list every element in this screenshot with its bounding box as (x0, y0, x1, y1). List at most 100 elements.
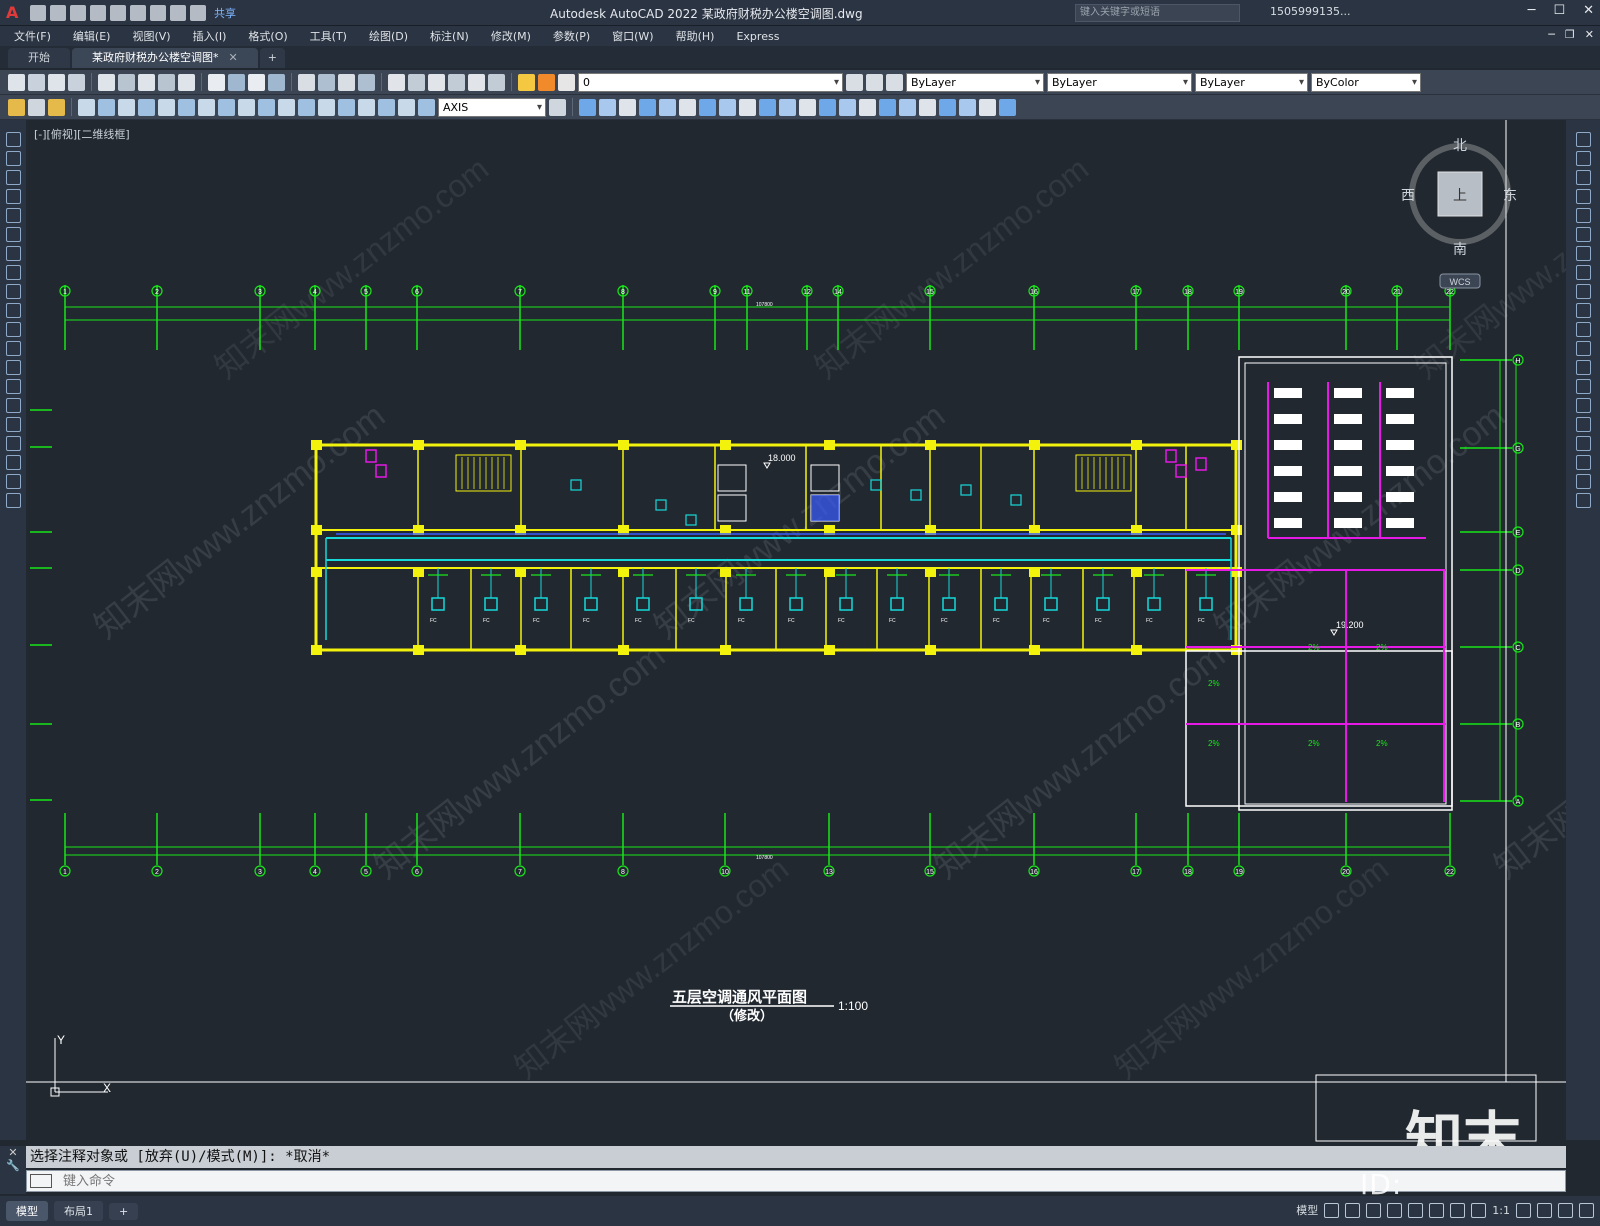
print-tool-icon[interactable] (158, 73, 175, 91)
modify-tool-icon[interactable] (1575, 208, 1591, 223)
dim-tool-icon[interactable] (278, 98, 295, 116)
dim-tool-icon[interactable] (378, 98, 395, 116)
modify-tool-icon[interactable] (859, 98, 876, 116)
modify-tool-icon[interactable] (1575, 436, 1591, 451)
grid-icon[interactable] (1324, 1202, 1340, 1218)
modify-tool-icon[interactable] (979, 98, 996, 116)
dim-tool-icon[interactable] (298, 98, 315, 116)
modify-tool-icon[interactable] (719, 98, 736, 116)
layer-tool-icon[interactable] (538, 73, 555, 91)
linetype-dropdown[interactable]: ByLayer (1047, 72, 1192, 92)
menu-help[interactable]: 帮助(H) (676, 28, 715, 44)
prop-tool-icon[interactable] (468, 73, 485, 91)
modify-tool-icon[interactable] (659, 98, 676, 116)
color-dropdown[interactable]: ByLayer (906, 72, 1044, 92)
menu-insert[interactable]: 插入(I) (193, 28, 227, 44)
draw-tool-icon[interactable] (5, 208, 21, 223)
modify-tool-icon[interactable] (1575, 151, 1591, 166)
layer-tool-icon[interactable] (558, 73, 575, 91)
modify-tool-icon[interactable] (1575, 246, 1591, 261)
modify-tool-icon[interactable] (1575, 455, 1591, 470)
modify-tool-icon[interactable] (899, 98, 916, 116)
dim-update-tool-icon[interactable] (549, 98, 566, 116)
menu-file[interactable]: 文件(F) (14, 28, 51, 44)
menu-tools[interactable]: 工具(T) (310, 28, 347, 44)
autocad-logo-icon[interactable]: A (6, 3, 26, 23)
modify-tool-icon[interactable] (799, 98, 816, 116)
menu-draw[interactable]: 绘图(D) (369, 28, 408, 44)
draw-tool-icon[interactable] (5, 493, 21, 508)
draw-tool-icon[interactable] (5, 341, 21, 356)
file-tool-icon[interactable] (68, 73, 85, 91)
modify-tool-icon[interactable] (739, 98, 756, 116)
dim-tool-icon[interactable] (118, 98, 135, 116)
menu-format[interactable]: 格式(O) (248, 28, 287, 44)
draw-tool-icon[interactable] (5, 322, 21, 337)
tab-drawing[interactable]: 某政府财税办公楼空调图* ✕ (72, 48, 258, 68)
modify-tool-icon[interactable] (699, 98, 716, 116)
plotstyle-dropdown[interactable]: ByColor (1311, 72, 1421, 92)
command-line-handle[interactable]: ✕ 🔧 (0, 1146, 26, 1194)
tool-tool-icon[interactable] (48, 98, 65, 116)
modify-tool-icon[interactable] (1575, 189, 1591, 204)
print-tool-icon[interactable] (138, 73, 155, 91)
new-tab-button[interactable]: + (259, 48, 285, 68)
draw-tool-icon[interactable] (5, 227, 21, 242)
lineweight-icon[interactable] (1450, 1202, 1466, 1218)
menu-dimension[interactable]: 标注(N) (430, 28, 469, 44)
dimstyle-dropdown[interactable]: AXIS (438, 97, 546, 117)
draw-tool-icon[interactable] (5, 417, 21, 432)
menu-express[interactable]: Express (736, 30, 779, 43)
tab-close-icon[interactable]: ✕ (229, 51, 238, 64)
modify-tool-icon[interactable] (1575, 170, 1591, 185)
close-icon[interactable]: ✕ (1583, 3, 1594, 18)
edit-tool-icon[interactable] (268, 73, 285, 91)
dim-tool-icon[interactable] (418, 98, 435, 116)
modify-tool-icon[interactable] (1575, 341, 1591, 356)
modify-tool-icon[interactable] (1575, 379, 1591, 394)
layout1-tab[interactable]: 布局1 (54, 1201, 103, 1221)
dim-tool-icon[interactable] (78, 98, 95, 116)
prop-tool-icon[interactable] (448, 73, 465, 91)
view-tool-icon[interactable] (358, 73, 375, 91)
draw-tool-icon[interactable] (5, 189, 21, 204)
modify-tool-icon[interactable] (1575, 227, 1591, 242)
doc-minimize-icon[interactable]: ─ (1548, 28, 1555, 41)
modify-tool-icon[interactable] (1575, 132, 1591, 147)
maximize-icon[interactable]: ☐ (1553, 3, 1565, 18)
ortho-icon[interactable] (1366, 1202, 1382, 1218)
drawing-canvas[interactable]: [-][俯视][二维线框] 知末网www.znzmo.com 知末网www.znz… (26, 120, 1566, 1143)
modify-tool-icon[interactable] (639, 98, 656, 116)
draw-tool-icon[interactable] (5, 398, 21, 413)
modify-tool-icon[interactable] (819, 98, 836, 116)
layer-tool-icon[interactable] (518, 73, 535, 91)
draw-tool-icon[interactable] (5, 170, 21, 185)
doc-close-icon[interactable]: ✕ (1585, 28, 1594, 41)
fullscreen-icon[interactable] (1558, 1202, 1573, 1218)
polar-icon[interactable] (1387, 1202, 1403, 1218)
dim-tool-icon[interactable] (398, 98, 415, 116)
modify-tool-icon[interactable] (939, 98, 956, 116)
layer-dropdown[interactable]: 0 (578, 72, 843, 92)
menu-parametric[interactable]: 参数(P) (553, 28, 590, 44)
modify-tool-icon[interactable] (1575, 322, 1591, 337)
modify-tool-icon[interactable] (1575, 303, 1591, 318)
draw-tool-icon[interactable] (5, 284, 21, 299)
minimize-icon[interactable]: ─ (1528, 3, 1536, 18)
modify-tool-icon[interactable] (619, 98, 636, 116)
tool-tool-icon[interactable] (8, 98, 25, 116)
annotation-icon[interactable] (1471, 1202, 1487, 1218)
dim-tool-icon[interactable] (198, 98, 215, 116)
modify-tool-icon[interactable] (779, 98, 796, 116)
undo-icon[interactable] (170, 4, 186, 21)
isolate-icon[interactable] (1537, 1202, 1552, 1218)
modify-tool-icon[interactable] (999, 98, 1016, 116)
menu-edit[interactable]: 编辑(E) (73, 28, 111, 44)
workspace-gear-icon[interactable] (1516, 1202, 1531, 1218)
menu-modify[interactable]: 修改(M) (491, 28, 531, 44)
modify-tool-icon[interactable] (1575, 417, 1591, 432)
modify-tool-icon[interactable] (599, 98, 616, 116)
dim-tool-icon[interactable] (238, 98, 255, 116)
dim-tool-icon[interactable] (338, 98, 355, 116)
command-input[interactable]: 键入命令 (26, 1170, 1566, 1192)
